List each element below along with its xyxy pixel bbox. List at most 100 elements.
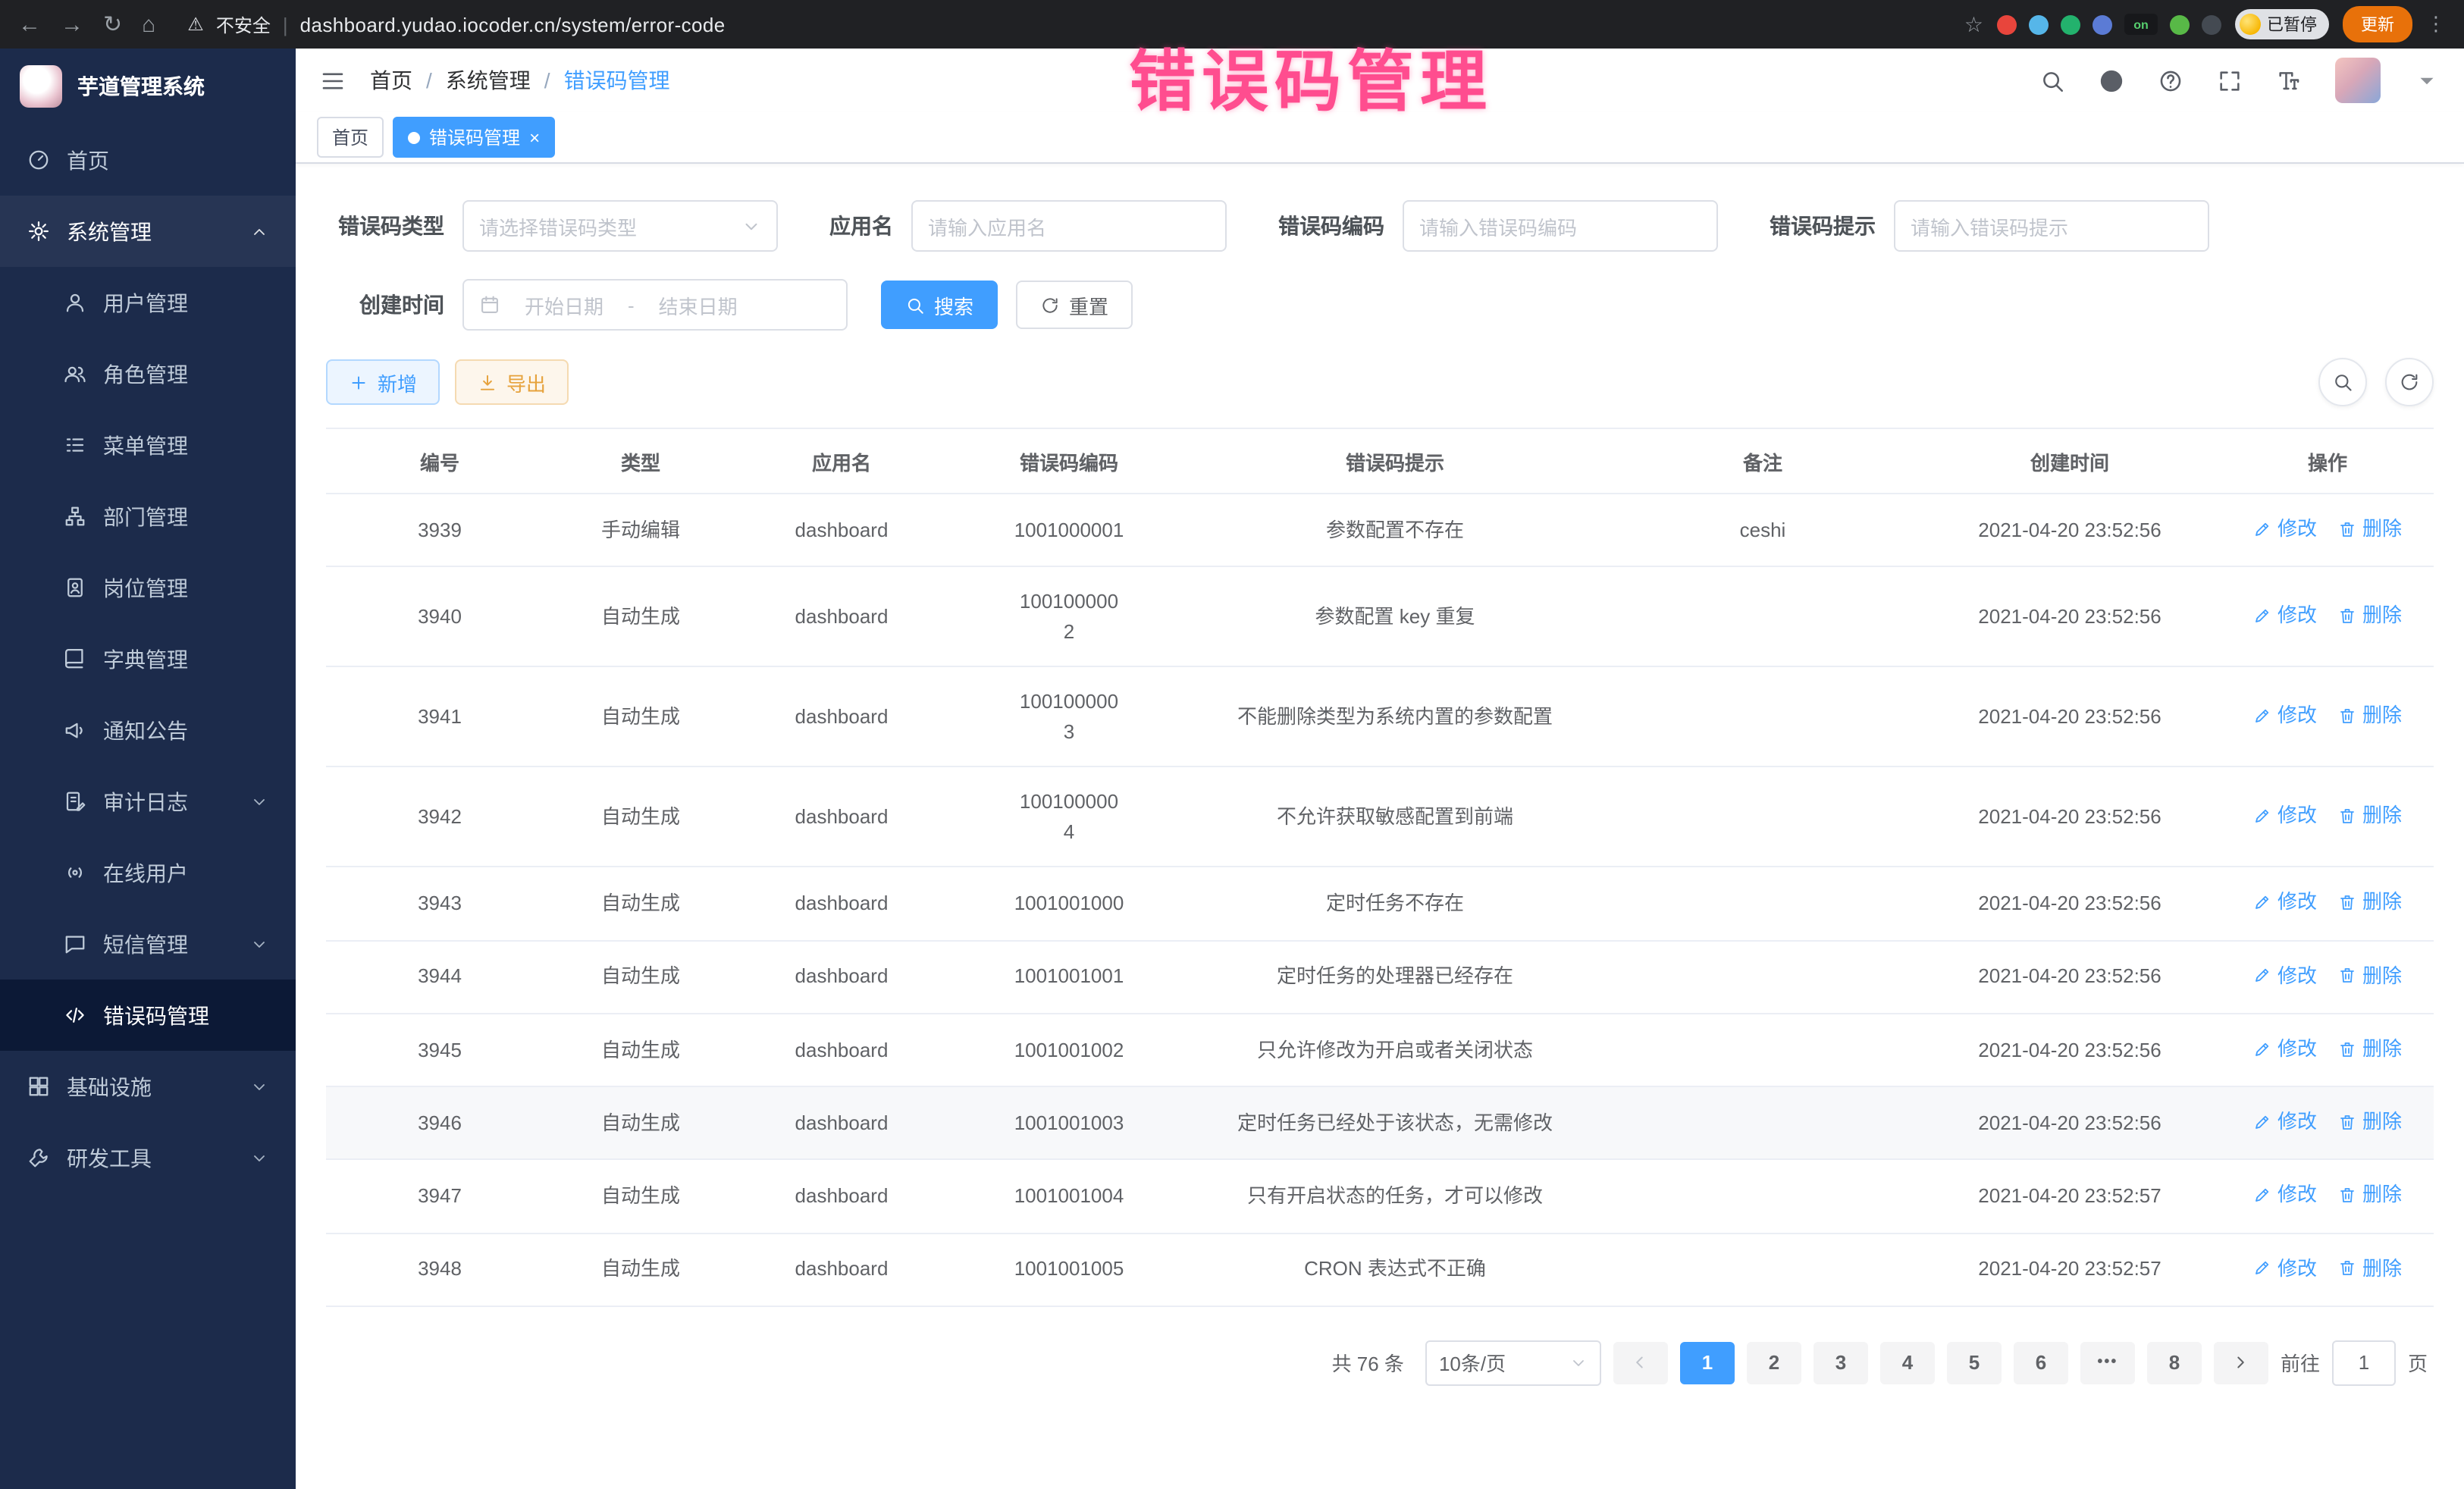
sidebar-item-roles[interactable]: 角色管理	[0, 338, 296, 409]
filter-label: 应用名	[829, 211, 893, 241]
edit-link[interactable]: 修改	[2253, 514, 2317, 544]
breadcrumb-item[interactable]: 首页	[370, 65, 412, 96]
error-hint-input[interactable]: 请输入错误码提示	[1894, 200, 2209, 252]
pager-page-6[interactable]: 6	[2014, 1342, 2068, 1384]
extension-icon[interactable]	[1997, 14, 2017, 34]
edit-link[interactable]: 修改	[2253, 888, 2317, 917]
delete-link[interactable]: 删除	[2338, 600, 2402, 630]
screen: ← → ↻ ⌂ ⚠ 不安全 | dashboard.yudao.iocoder.…	[0, 0, 2464, 1489]
delete-link[interactable]: 删除	[2338, 1034, 2402, 1064]
error-code-input[interactable]: 请输入错误码编码	[1403, 200, 1718, 252]
sidebar-item-audit-log[interactable]: 审计日志	[0, 766, 296, 837]
sidebar-item-departments[interactable]: 部门管理	[0, 481, 296, 552]
edit-link[interactable]: 修改	[2253, 701, 2317, 730]
extension-icon[interactable]	[2061, 14, 2080, 34]
pager-page-5[interactable]: 5	[1947, 1342, 2002, 1384]
update-button[interactable]: 更新	[2343, 6, 2412, 42]
delete-icon	[2338, 807, 2356, 825]
cell-hint: CRON 表达式不正确	[1183, 1233, 1607, 1306]
pager-page-8[interactable]: 8	[2147, 1342, 2202, 1384]
sidebar-item-sms[interactable]: 短信管理	[0, 908, 296, 980]
back-icon[interactable]: ←	[18, 11, 41, 37]
edit-link[interactable]: 修改	[2253, 1034, 2317, 1064]
delete-link[interactable]: 删除	[2338, 1180, 2402, 1210]
sidebar-item-positions[interactable]: 岗位管理	[0, 552, 296, 623]
cell-remark	[1607, 667, 1918, 767]
sidebar-item-infrastructure[interactable]: 基础设施	[0, 1051, 296, 1122]
delete-link[interactable]: 删除	[2338, 514, 2402, 544]
date-range-picker[interactable]: 开始日期 - 结束日期	[462, 279, 848, 331]
delete-link[interactable]: 删除	[2338, 1107, 2402, 1136]
cell-code: 100100000 2	[955, 567, 1183, 667]
sidebar-item-users[interactable]: 用户管理	[0, 267, 296, 338]
search-icon[interactable]	[2039, 67, 2065, 93]
table-row: 3947自动生成dashboard1001001004只有开启状态的任务，才可以…	[326, 1160, 2434, 1234]
reset-button[interactable]: 重置	[1016, 281, 1133, 329]
edit-link[interactable]: 修改	[2253, 801, 2317, 830]
fullscreen-icon[interactable]	[2217, 67, 2243, 93]
bookmark-star-icon[interactable]: ☆	[1964, 11, 1983, 37]
sidebar-item-dev-tools[interactable]: 研发工具	[0, 1122, 296, 1193]
paused-badge[interactable]: 已暂停	[2235, 9, 2329, 39]
edit-link[interactable]: 修改	[2253, 1107, 2317, 1136]
extension-icon[interactable]	[2093, 14, 2112, 34]
pager-page-2[interactable]: 2	[1747, 1342, 1801, 1384]
pager-page-3[interactable]: 3	[1814, 1342, 1868, 1384]
sidebar-item-dictionary[interactable]: 字典管理	[0, 623, 296, 694]
export-button[interactable]: 导出	[455, 359, 569, 405]
page-size-select[interactable]: 10条/页	[1425, 1340, 1601, 1386]
delete-link[interactable]: 删除	[2338, 961, 2402, 990]
delete-link[interactable]: 删除	[2338, 701, 2402, 730]
extension-icon[interactable]	[2202, 14, 2221, 34]
cell-actions: 修改删除	[2221, 1160, 2434, 1234]
reload-icon[interactable]: ↻	[103, 11, 122, 38]
hamburger-icon[interactable]	[320, 67, 346, 93]
pager-more[interactable]: •••	[2080, 1342, 2135, 1384]
caret-down-icon[interactable]	[2414, 67, 2440, 93]
sidebar-item-home[interactable]: 首页	[0, 124, 296, 196]
sidebar-item-notices[interactable]: 通知公告	[0, 694, 296, 766]
goto-page-input[interactable]: 1	[2332, 1340, 2396, 1386]
prev-page-button[interactable]	[1613, 1342, 1668, 1384]
delete-link[interactable]: 删除	[2338, 888, 2402, 917]
search-toggle-button[interactable]	[2318, 358, 2367, 406]
pager-page-1[interactable]: 1	[1680, 1342, 1735, 1384]
sidebar-item-menus[interactable]: 菜单管理	[0, 409, 296, 481]
edit-link[interactable]: 修改	[2253, 1253, 2317, 1283]
edit-link[interactable]: 修改	[2253, 1180, 2317, 1210]
forward-icon[interactable]: →	[61, 11, 83, 37]
breadcrumb-item[interactable]: 系统管理	[446, 65, 531, 96]
delete-link[interactable]: 删除	[2338, 1253, 2402, 1283]
next-page-button[interactable]	[2214, 1342, 2268, 1384]
browser-menu-icon[interactable]: ⋮	[2426, 12, 2446, 36]
pager-page-4[interactable]: 4	[1880, 1342, 1935, 1384]
app-logo[interactable]: 芋道管理系统	[0, 49, 296, 124]
help-icon[interactable]	[2158, 67, 2183, 93]
sidebar-item-online-users[interactable]: 在线用户	[0, 837, 296, 908]
sidebar-item-system[interactable]: 系统管理	[0, 196, 296, 267]
search-button[interactable]: 搜索	[881, 281, 998, 329]
tab-error-code[interactable]: 错误码管理 ×	[393, 117, 555, 158]
end-date-placeholder: 结束日期	[644, 290, 753, 319]
extension-icon[interactable]	[2170, 14, 2190, 34]
extension-badge[interactable]: on	[2124, 14, 2158, 35]
edit-icon	[2253, 1039, 2271, 1058]
cell-remark	[1607, 567, 1918, 667]
edit-link[interactable]: 修改	[2253, 961, 2317, 990]
close-icon[interactable]: ×	[529, 128, 540, 146]
home-icon[interactable]: ⌂	[142, 11, 155, 37]
app-name-input[interactable]: 请输入应用名	[911, 200, 1227, 252]
extension-icon[interactable]	[2029, 14, 2049, 34]
font-size-icon[interactable]	[2276, 67, 2302, 93]
edit-link[interactable]: 修改	[2253, 600, 2317, 630]
sidebar-item-error-code[interactable]: 错误码管理	[0, 980, 296, 1051]
refresh-button[interactable]	[2385, 358, 2434, 406]
cell-app: dashboard	[728, 1086, 955, 1160]
error-type-select[interactable]: 请选择错误码类型	[462, 200, 778, 252]
tab-home[interactable]: 首页	[317, 117, 384, 158]
delete-link[interactable]: 删除	[2338, 801, 2402, 830]
github-icon[interactable]	[2099, 67, 2124, 93]
add-button[interactable]: 新增	[326, 359, 440, 405]
address-bar[interactable]: ⚠ 不安全 | dashboard.yudao.iocoder.cn/syste…	[187, 11, 725, 37]
user-avatar[interactable]	[2335, 58, 2381, 103]
